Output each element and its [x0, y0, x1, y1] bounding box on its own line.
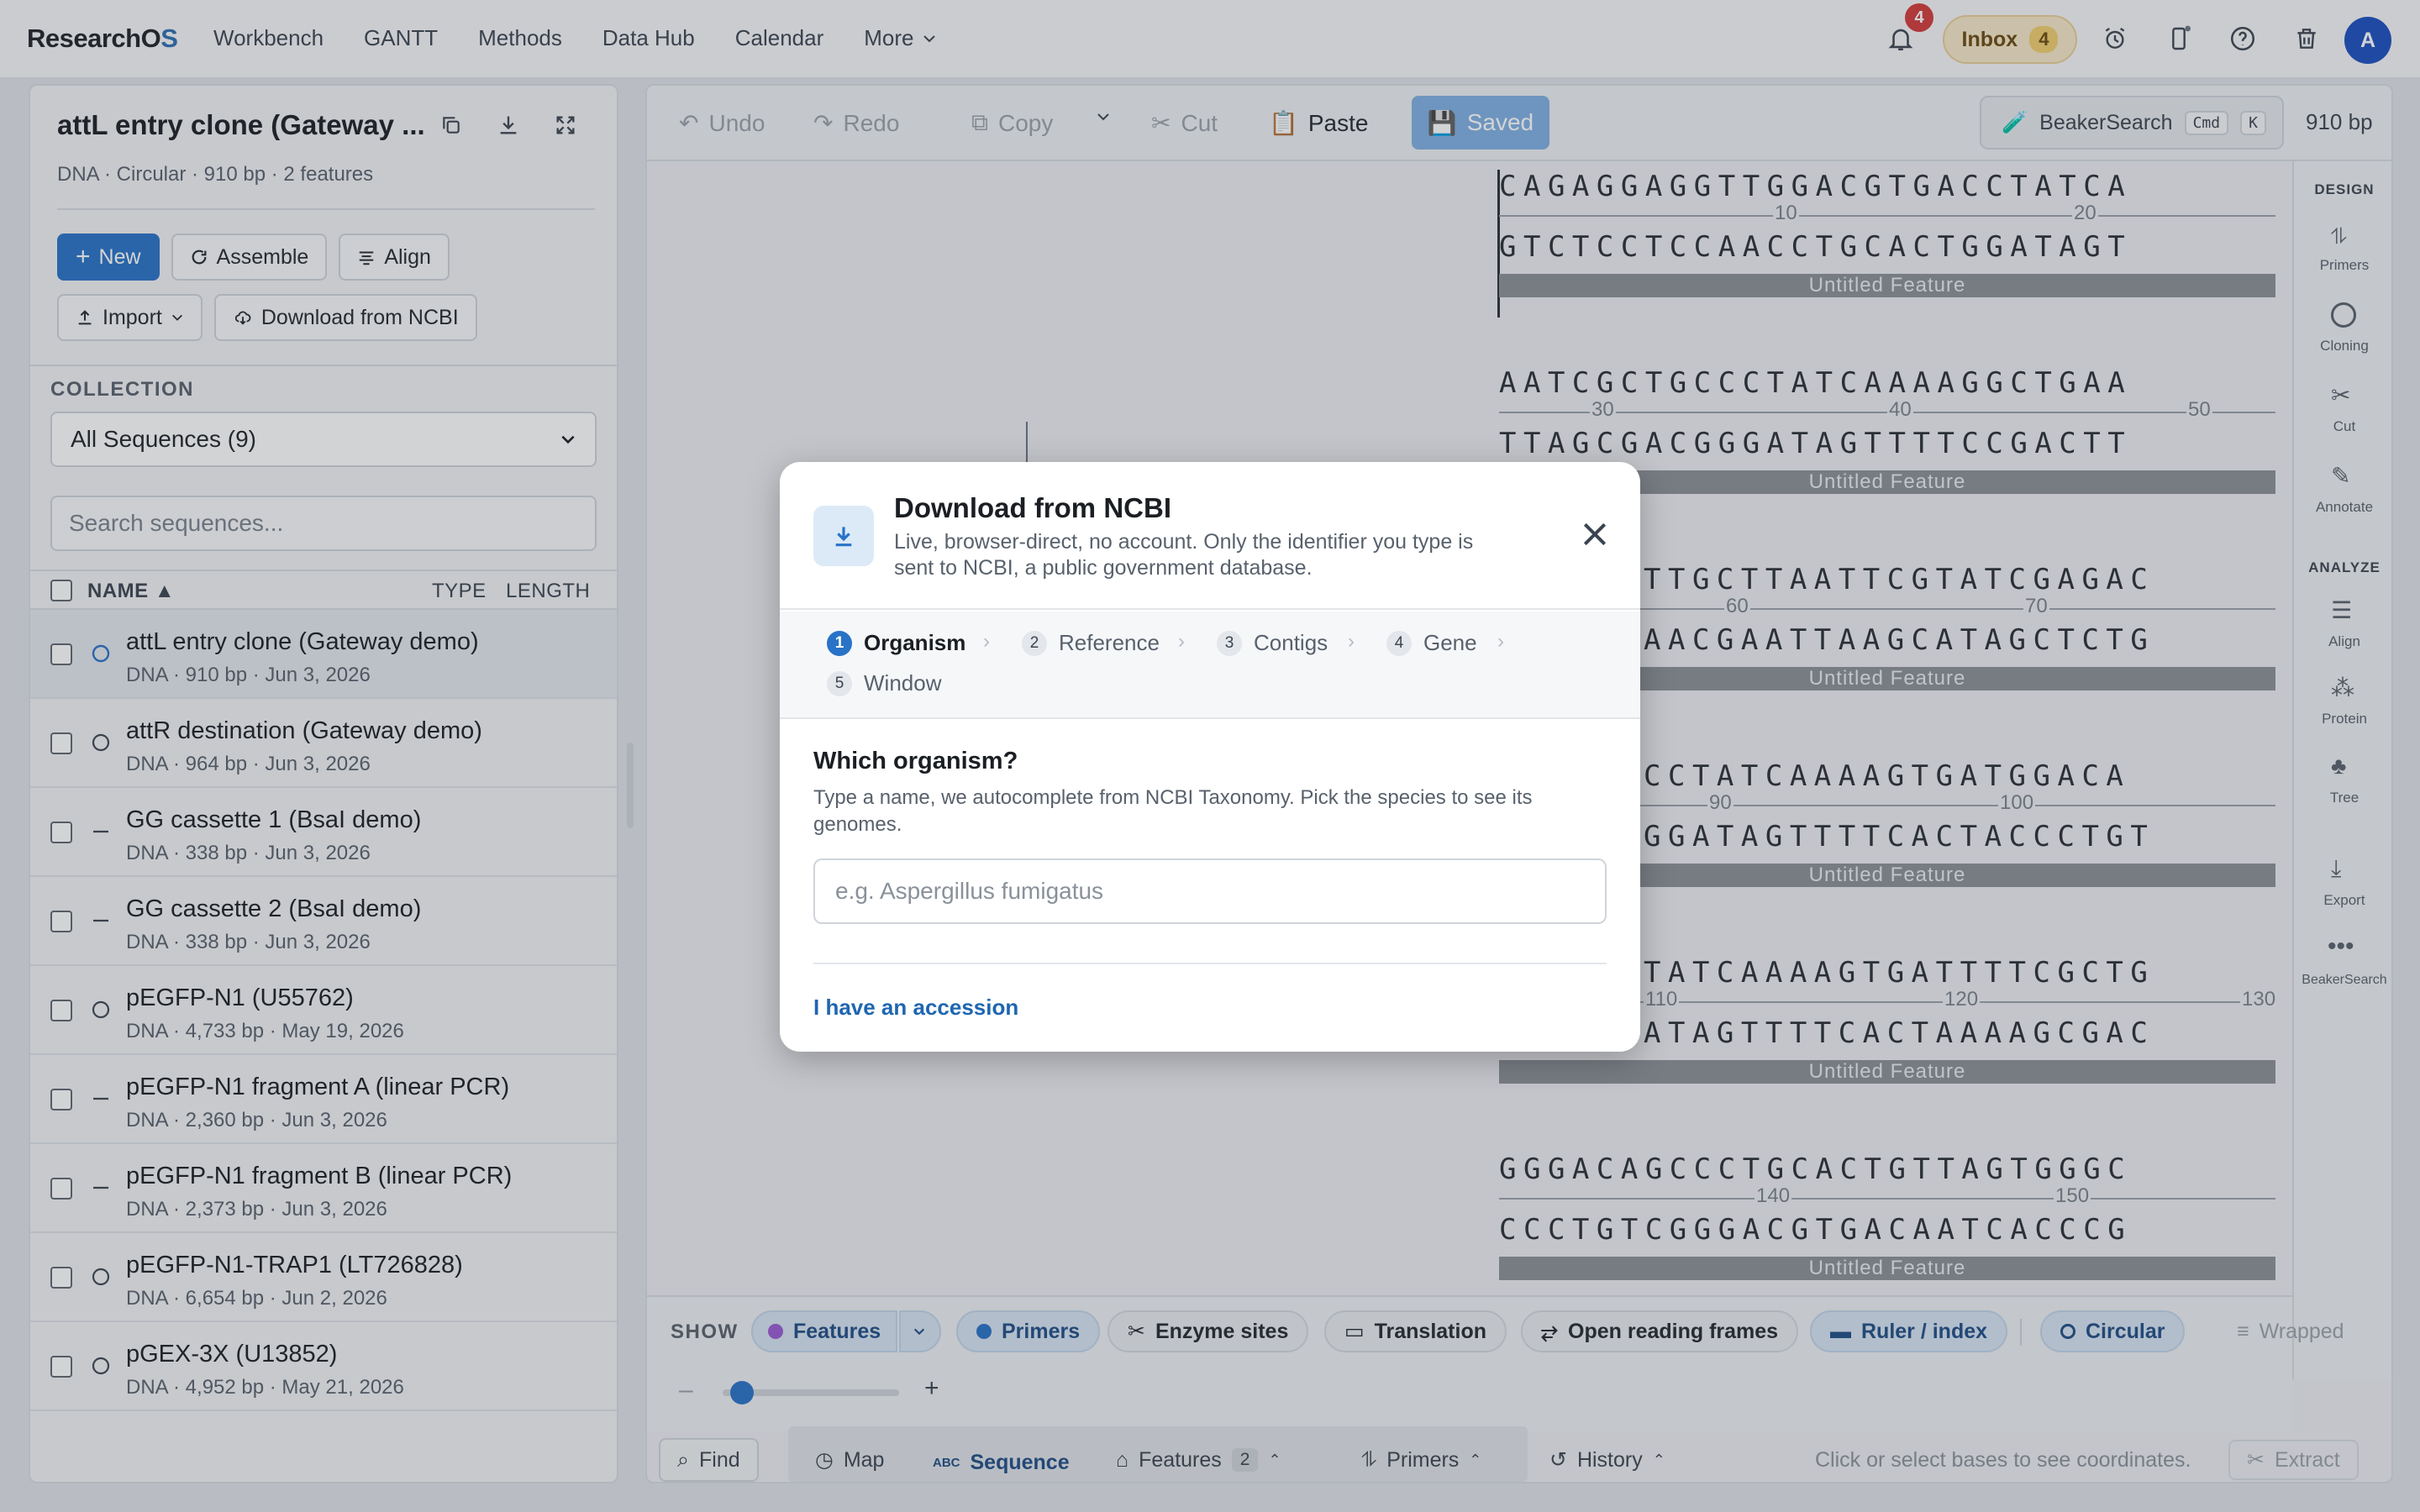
step-reference[interactable]: 2 Reference [1022, 630, 1160, 656]
chevron-right-icon: › [1497, 630, 1504, 653]
step-label: Reference [1059, 630, 1160, 655]
step-gene[interactable]: 4 Gene [1386, 630, 1477, 656]
divider [813, 963, 1607, 964]
step-label: Gene [1423, 630, 1477, 655]
accession-link[interactable]: I have an accession [813, 995, 1018, 1021]
step-label: Contigs [1254, 630, 1328, 655]
organism-input[interactable]: e.g. Aspergillus fumigatus [813, 858, 1607, 924]
download-icon [813, 506, 874, 566]
step-organism[interactable]: 1 Organism [827, 630, 965, 656]
step-label: Window [864, 670, 942, 696]
chevron-right-icon: › [983, 630, 990, 653]
download-ncbi-dialog: Download from NCBI Live, browser-direct,… [780, 462, 1640, 1052]
step-number: 2 [1022, 630, 1047, 656]
step-number: 1 [827, 630, 852, 656]
step-label: Organism [864, 630, 966, 655]
dialog-header: Download from NCBI Live, browser-direct,… [780, 462, 1640, 610]
close-icon[interactable] [1578, 517, 1612, 551]
chevron-right-icon: › [1178, 630, 1185, 653]
wizard-steps: 1 Organism › 2 Reference › 3 Contigs › 4 Gen… [780, 612, 1640, 719]
step-number: 3 [1217, 630, 1242, 656]
step-contigs[interactable]: 3 Contigs [1217, 630, 1328, 656]
step-number: 5 [827, 670, 852, 696]
dialog-title: Download from NCBI [894, 492, 1171, 523]
chevron-right-icon: › [1348, 630, 1355, 653]
question-description: Type a name, we autocomplete from NCBI T… [813, 786, 1533, 836]
step-window[interactable]: 5 Window [827, 670, 941, 696]
dialog-description: Live, browser-direct, no account. Only t… [894, 530, 1474, 580]
question-heading: Which organism? [813, 748, 1018, 774]
step-number: 4 [1386, 630, 1412, 656]
organism-placeholder: e.g. Aspergillus fumigatus [835, 878, 1104, 904]
